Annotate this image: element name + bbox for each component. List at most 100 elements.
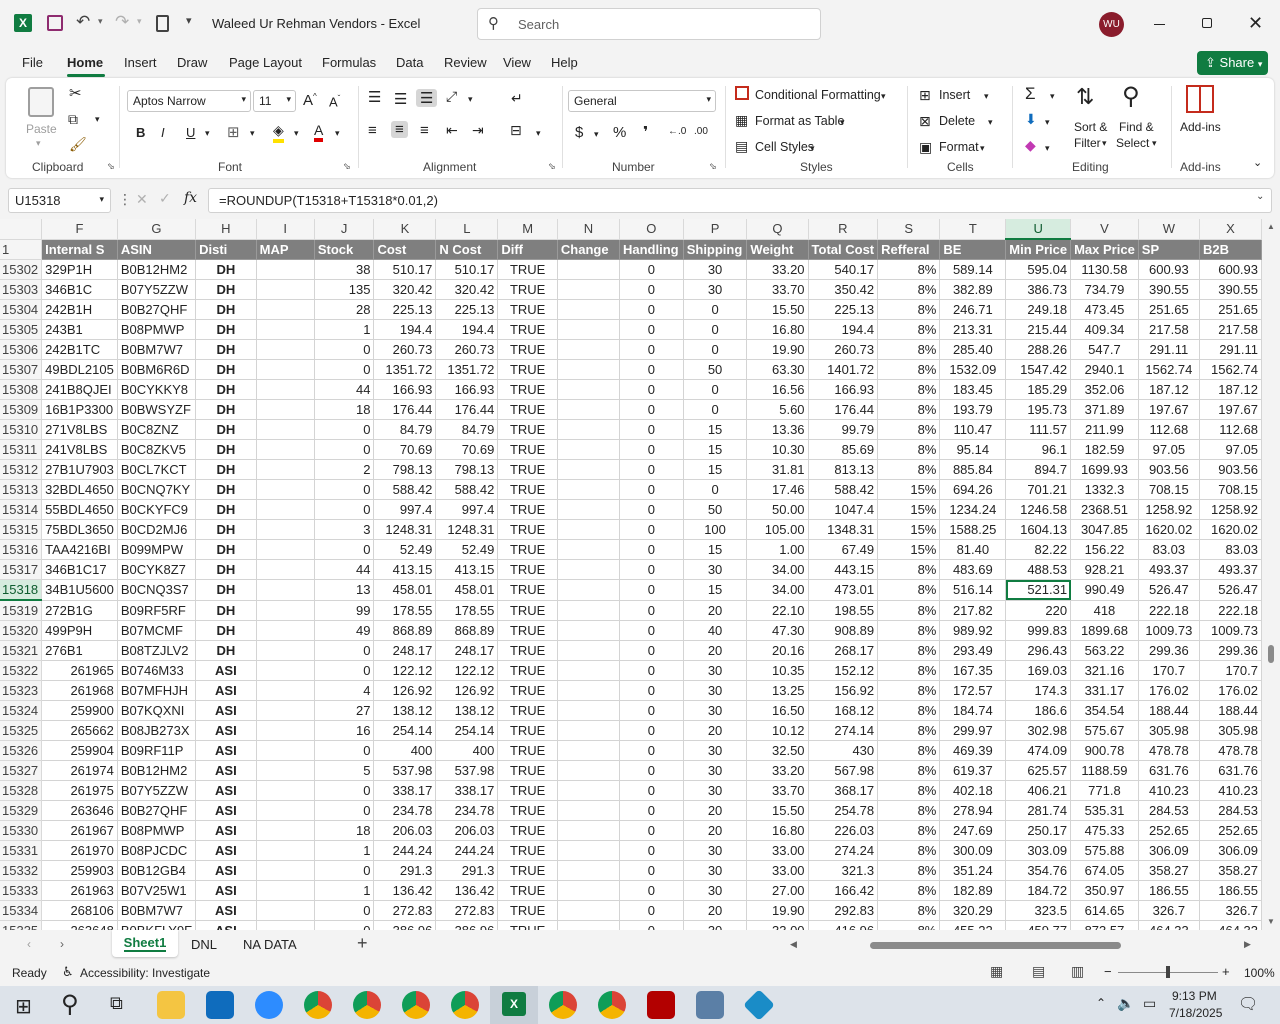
header-cell[interactable]: Internal S bbox=[41, 239, 118, 260]
cell[interactable]: B0C8ZNZ bbox=[117, 419, 197, 440]
cell[interactable]: 44 bbox=[314, 559, 375, 580]
cell[interactable]: 382.89 bbox=[939, 279, 1007, 300]
cell[interactable]: ASI bbox=[195, 820, 257, 841]
header-cell[interactable]: Disti bbox=[195, 239, 257, 260]
cell[interactable]: 225.13 bbox=[373, 299, 437, 320]
cell[interactable]: DH bbox=[195, 499, 257, 520]
cell[interactable]: 195.73 bbox=[1005, 399, 1072, 420]
cell[interactable] bbox=[557, 740, 621, 761]
cell[interactable]: B0B12HM2 bbox=[117, 259, 197, 280]
cell[interactable]: 33.00 bbox=[746, 840, 809, 861]
cell[interactable]: 225.13 bbox=[435, 299, 499, 320]
column-header[interactable]: X bbox=[1199, 219, 1262, 240]
cell[interactable]: 3047.85 bbox=[1070, 519, 1139, 540]
cell[interactable]: 70.69 bbox=[373, 439, 437, 460]
cell[interactable]: 386.96 bbox=[373, 920, 437, 930]
cell[interactable]: 600.93 bbox=[1199, 259, 1262, 280]
number-format-dropdown[interactable]: General ▾ bbox=[568, 90, 716, 112]
cell[interactable]: 178.55 bbox=[435, 600, 499, 621]
cell[interactable]: 478.78 bbox=[1138, 740, 1200, 761]
cell[interactable]: 0 bbox=[683, 319, 748, 340]
cell[interactable]: 20 bbox=[683, 900, 748, 921]
cell[interactable]: 600.93 bbox=[1138, 259, 1200, 280]
cell[interactable]: 84.79 bbox=[373, 419, 437, 440]
cell[interactable]: 1248.31 bbox=[373, 519, 437, 540]
cell[interactable]: 1604.13 bbox=[1005, 519, 1072, 540]
cell[interactable] bbox=[256, 399, 315, 420]
cell[interactable]: 126.92 bbox=[435, 680, 499, 701]
cell[interactable]: 0 bbox=[314, 419, 375, 440]
cell[interactable]: DH bbox=[195, 319, 257, 340]
cell[interactable]: 83.03 bbox=[1199, 539, 1262, 560]
number-launcher-icon[interactable]: ⬂ bbox=[709, 161, 717, 172]
cell[interactable]: 0 bbox=[619, 800, 684, 821]
cell[interactable]: DH bbox=[195, 640, 257, 661]
cell[interactable]: B09RF11P bbox=[117, 740, 197, 761]
row-header[interactable]: 15308 bbox=[0, 379, 43, 400]
paste-dropdown-icon[interactable]: ▾ bbox=[36, 138, 41, 149]
cell[interactable]: 625.57 bbox=[1005, 760, 1072, 781]
cell[interactable]: DH bbox=[195, 279, 257, 300]
calculator-icon[interactable] bbox=[156, 15, 169, 32]
cell[interactable]: TRUE bbox=[497, 499, 558, 520]
cell[interactable]: 734.79 bbox=[1070, 279, 1139, 300]
cell[interactable]: 30 bbox=[683, 860, 748, 881]
cell[interactable]: 97.05 bbox=[1199, 439, 1262, 460]
cell[interactable]: 40 bbox=[683, 620, 748, 641]
cell[interactable]: B07V25W1 bbox=[117, 880, 197, 901]
cell[interactable]: 1332.3 bbox=[1070, 479, 1139, 500]
cell[interactable]: 251.65 bbox=[1199, 299, 1262, 320]
app-icon[interactable] bbox=[743, 989, 775, 1021]
cell[interactable]: 903.56 bbox=[1199, 459, 1262, 480]
cell[interactable]: ASI bbox=[195, 860, 257, 881]
cell[interactable]: 8% bbox=[877, 920, 941, 930]
cell[interactable]: 49 bbox=[314, 620, 375, 641]
chrome-icon[interactable] bbox=[402, 991, 430, 1019]
cell[interactable]: 0 bbox=[619, 319, 684, 340]
cell[interactable]: 82.22 bbox=[1005, 539, 1072, 560]
cell[interactable]: 215.44 bbox=[1005, 319, 1072, 340]
header-cell[interactable]: B2B bbox=[1199, 239, 1262, 260]
name-box[interactable]: U15318 ▾ bbox=[8, 188, 111, 213]
cell[interactable]: TRUE bbox=[497, 760, 558, 781]
cell[interactable]: DH bbox=[195, 399, 257, 420]
cell[interactable]: 631.76 bbox=[1199, 760, 1262, 781]
cell[interactable]: B08TZJLV2 bbox=[117, 640, 197, 661]
cell[interactable]: 5 bbox=[314, 760, 375, 781]
header-cell[interactable]: Handling bbox=[619, 239, 684, 260]
cell[interactable]: 8% bbox=[877, 800, 941, 821]
cell[interactable]: 22.10 bbox=[746, 600, 809, 621]
cell[interactable]: 75BDL3650 bbox=[41, 519, 118, 540]
cell[interactable]: 1562.74 bbox=[1138, 359, 1200, 380]
insert-cells-button[interactable]: Insert bbox=[939, 88, 970, 102]
chevron-down-icon[interactable]: ▾ bbox=[840, 117, 845, 128]
cell[interactable] bbox=[256, 860, 315, 881]
cell[interactable]: 156.92 bbox=[808, 680, 879, 701]
cell[interactable]: 49BDL2105 bbox=[41, 359, 118, 380]
cell[interactable]: 183.45 bbox=[939, 379, 1007, 400]
cell[interactable]: 172.57 bbox=[939, 680, 1007, 701]
cell[interactable]: 16B1P3300 bbox=[41, 399, 118, 420]
tab-draw[interactable]: Draw bbox=[177, 55, 207, 70]
cell[interactable]: TRUE bbox=[497, 860, 558, 881]
cell[interactable]: 13.36 bbox=[746, 419, 809, 440]
next-sheet-icon[interactable]: › bbox=[60, 937, 64, 951]
cell[interactable]: 47.30 bbox=[746, 620, 809, 641]
cell[interactable]: 291.3 bbox=[435, 860, 499, 881]
cell[interactable]: 0 bbox=[619, 499, 684, 520]
chrome-icon[interactable] bbox=[353, 991, 381, 1019]
cell[interactable]: 197.67 bbox=[1138, 399, 1200, 420]
cell[interactable]: ASI bbox=[195, 680, 257, 701]
cell[interactable]: 346B1C17 bbox=[41, 559, 118, 580]
row-header[interactable]: 15303 bbox=[0, 279, 43, 300]
sheet-tab-sheet1[interactable]: Sheet1 bbox=[112, 930, 178, 957]
cell[interactable]: 458.01 bbox=[435, 579, 499, 601]
decrease-decimal-icon[interactable]: .00 bbox=[694, 126, 708, 137]
cell[interactable]: 409.34 bbox=[1070, 319, 1139, 340]
cell[interactable]: 261975 bbox=[41, 780, 118, 801]
cell[interactable] bbox=[557, 499, 621, 520]
cell[interactable]: 291.3 bbox=[373, 860, 437, 881]
accessibility-status[interactable]: Accessibility: Investigate bbox=[80, 966, 210, 980]
cell[interactable] bbox=[557, 640, 621, 661]
insert-function-icon[interactable]: fx bbox=[184, 190, 197, 206]
